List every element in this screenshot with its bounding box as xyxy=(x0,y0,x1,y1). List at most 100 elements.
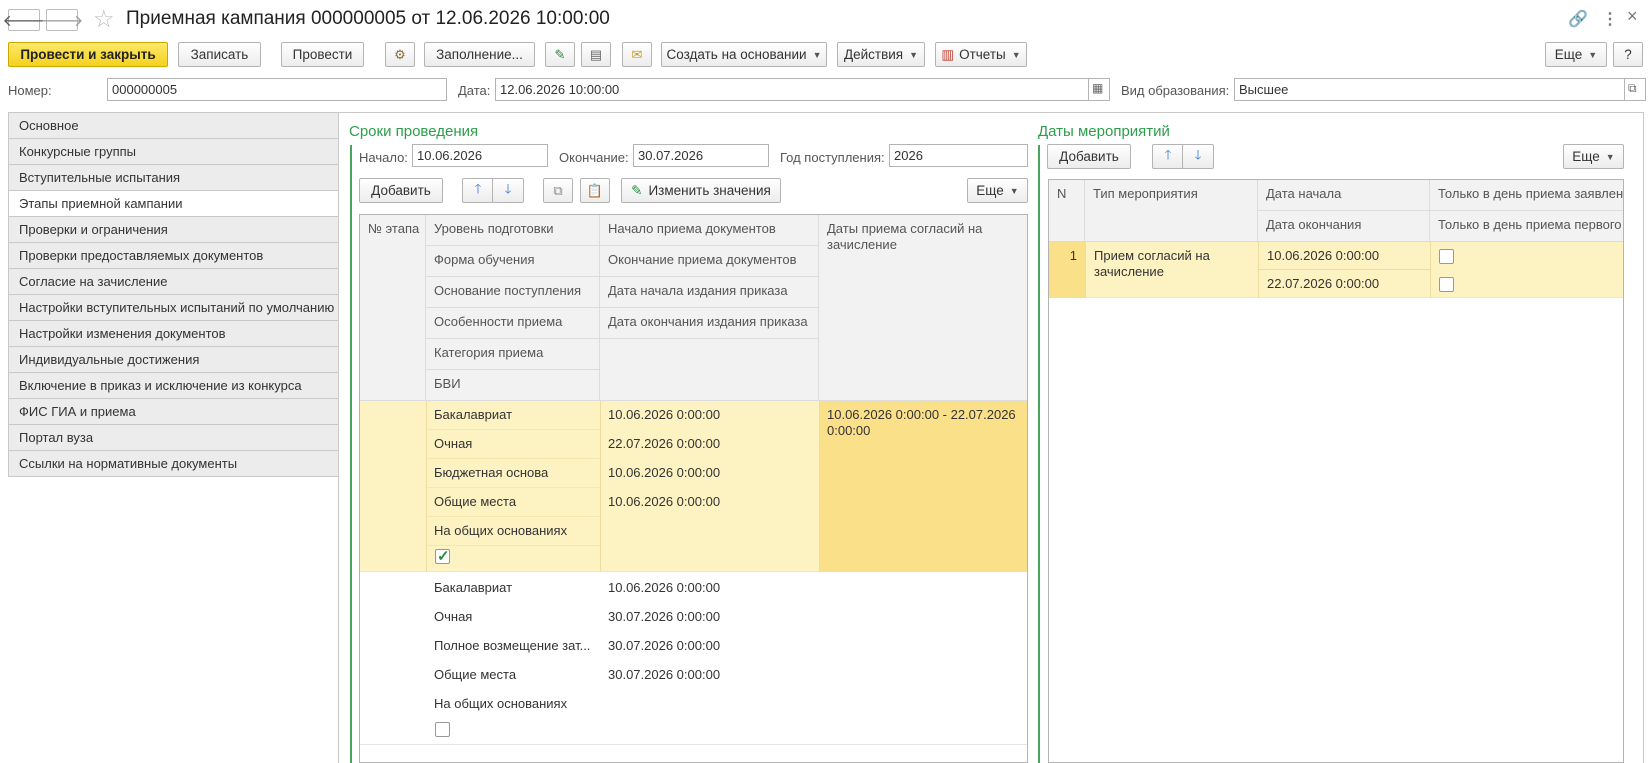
events-move-down-button[interactable]: 🡓 xyxy=(1182,144,1214,169)
create-based-on-button[interactable]: Создать на основании ▼ xyxy=(661,42,827,67)
sidebar-item[interactable]: Конкурсные группы xyxy=(8,139,339,165)
favorite-star-icon[interactable]: ☆ xyxy=(93,5,115,34)
link-icon[interactable]: 🔗 xyxy=(1568,9,1588,29)
col-header-only-day-app[interactable]: Только в день приема заявлен xyxy=(1430,180,1623,211)
sidebar-item[interactable]: Вступительные испытания xyxy=(8,165,339,191)
change-values-button[interactable]: ✎ Изменить значения xyxy=(621,178,781,203)
table-row[interactable]: 1 Прием согласий на зачисление 10.06.202… xyxy=(1049,242,1623,298)
sidebar-item[interactable]: Включение в приказ и исключение из конку… xyxy=(8,373,339,399)
stage-level-value: Общие места xyxy=(434,667,517,682)
forward-button[interactable]: 🡒 xyxy=(41,9,83,31)
edit-button[interactable]: ✎ xyxy=(545,42,575,67)
create-based-on-label: Создать на основании xyxy=(666,47,807,62)
column-divider xyxy=(426,401,427,572)
help-button[interactable]: ? xyxy=(1613,42,1643,67)
number-label: Номер: xyxy=(8,83,52,98)
events-move-up-button[interactable]: 🡑 xyxy=(1152,144,1184,169)
col-header-stage-no[interactable]: № этапа xyxy=(360,215,426,401)
start-field[interactable]: 10.06.2026 xyxy=(412,144,548,167)
col-header-empty xyxy=(600,339,819,401)
save-button[interactable]: Записать xyxy=(178,42,261,67)
only-day-first-checkbox[interactable] xyxy=(1439,277,1454,292)
col-header-doc-dates[interactable]: Дата начала издания приказа xyxy=(600,277,819,308)
post-button[interactable]: Провести xyxy=(281,42,364,67)
envelope-icon: ✉ xyxy=(631,46,643,62)
year-field[interactable]: 2026 xyxy=(889,144,1028,167)
sidebar-item[interactable]: Проверки и ограничения xyxy=(8,217,339,243)
bvi-checkbox[interactable] xyxy=(435,722,450,737)
sidebar-item[interactable]: ФИС ГИА и приема xyxy=(8,399,339,425)
col-header-n[interactable]: N xyxy=(1049,180,1085,242)
open-button[interactable]: ⧉ xyxy=(1624,78,1646,101)
stages-group-line xyxy=(350,145,352,763)
post-and-close-button[interactable]: Провести и закрыть xyxy=(8,42,168,67)
mail-button[interactable]: ✉ xyxy=(622,42,652,67)
number-field[interactable]: 000000005 xyxy=(107,78,447,101)
back-button[interactable]: 🡐 xyxy=(3,9,45,31)
stages-table: № этапа Уровень подготовки Форма обучения О… xyxy=(359,214,1028,763)
sidebar-item[interactable]: Основное xyxy=(8,112,339,139)
more-button[interactable]: Еще ▼ xyxy=(1545,42,1607,67)
col-header-level[interactable]: Особенности приема xyxy=(426,308,600,339)
stages-add-button[interactable]: Добавить xyxy=(359,178,443,203)
paste-button[interactable]: 📋 xyxy=(580,178,610,203)
col-header-only-day-first[interactable]: Только в день приема первого xyxy=(1430,211,1623,242)
edu-type-label: Вид образования: xyxy=(1121,83,1230,98)
column-divider xyxy=(600,401,601,572)
stage-date-value: 30.07.2026 0:00:00 xyxy=(608,638,721,653)
printer-icon: ▤ xyxy=(589,46,603,62)
col-header-consent-dates[interactable]: Даты приема согласий на зачисление xyxy=(819,215,1027,401)
stage-level-value: Полное возмещение зат... xyxy=(434,638,591,653)
date-field[interactable]: 12.06.2026 10:00:00 xyxy=(495,78,1090,101)
actions-button[interactable]: Действия ▼ xyxy=(837,42,925,67)
events-table: N Тип мероприятия Дата начала Дата оконч… xyxy=(1048,179,1624,763)
stage-date-value: 10.06.2026 0:00:00 xyxy=(608,494,721,509)
stages-more-button[interactable]: Еще ▼ xyxy=(967,178,1028,203)
events-add-button[interactable]: Добавить xyxy=(1047,144,1131,169)
fill-button[interactable]: Заполнение... xyxy=(424,42,535,67)
col-header-level[interactable]: Основание поступления xyxy=(426,277,600,308)
sidebar-item[interactable]: Согласие на зачисление xyxy=(8,269,339,295)
col-header-doc-dates[interactable]: Дата окончания издания приказа xyxy=(600,308,819,339)
sidebar-item[interactable]: Проверки предоставляемых документов xyxy=(8,243,339,269)
sidebar-item[interactable]: Портал вуза xyxy=(8,425,339,451)
sidebar-item[interactable]: Этапы приемной кампании xyxy=(8,191,339,217)
column-divider xyxy=(819,401,820,572)
col-header-doc-dates[interactable]: Окончание приема документов xyxy=(600,246,819,277)
pencil-icon: ✎ xyxy=(554,46,566,62)
sidebar-item[interactable]: Настройки изменения документов xyxy=(8,321,339,347)
col-header-end-date[interactable]: Дата окончания xyxy=(1258,211,1430,242)
arrow-right-icon: 🡒 xyxy=(40,12,84,30)
sidebar-item[interactable]: Настройки вступительных испытаний по умо… xyxy=(8,295,339,321)
col-header-level[interactable]: БВИ xyxy=(426,370,600,401)
stage-level-value: Бюджетная основа xyxy=(426,459,600,488)
copy-button[interactable]: ⧉ xyxy=(543,178,573,203)
only-day-app-checkbox[interactable] xyxy=(1439,249,1454,264)
print-button[interactable]: ▤ xyxy=(581,42,611,67)
col-header-event-type[interactable]: Тип мероприятия xyxy=(1085,180,1258,242)
sidebar-item[interactable]: Ссылки на нормативные документы xyxy=(8,451,339,477)
end-field[interactable]: 30.07.2026 xyxy=(633,144,769,167)
close-icon[interactable]: × xyxy=(1627,6,1638,27)
consent-dates-value: 10.06.2026 0:00:00 - 22.07.2026 0:00:00 xyxy=(827,407,1016,438)
event-type: Прием согласий на зачисление xyxy=(1085,242,1258,298)
col-header-level[interactable]: Форма обучения xyxy=(426,246,600,277)
events-more-button[interactable]: Еще ▼ xyxy=(1563,144,1624,169)
move-down-button[interactable]: 🡓 xyxy=(492,178,524,203)
more-menu-icon[interactable]: ⋮ xyxy=(1602,9,1618,29)
document-structure-button[interactable]: ⚙ xyxy=(385,42,415,67)
col-header-level[interactable]: Категория приема xyxy=(426,339,600,370)
col-header-start-date[interactable]: Дата начала xyxy=(1258,180,1430,211)
edu-type-field[interactable]: Высшее xyxy=(1234,78,1626,101)
arrow-down-icon: 🡓 xyxy=(504,180,512,196)
event-end: 22.07.2026 0:00:00 xyxy=(1258,270,1430,298)
move-up-button[interactable]: 🡑 xyxy=(462,178,494,203)
bvi-checkbox[interactable] xyxy=(435,547,450,565)
stage-level-value: Очная xyxy=(426,430,600,459)
event-start: 10.06.2026 0:00:00 xyxy=(1258,242,1430,270)
col-header-doc-dates[interactable]: Начало приема документов xyxy=(600,215,819,246)
reports-button[interactable]: ▥ Отчеты ▼ xyxy=(935,42,1027,67)
col-header-level[interactable]: Уровень подготовки xyxy=(426,215,600,246)
calendar-button[interactable]: ▦ xyxy=(1088,78,1110,101)
sidebar-item[interactable]: Индивидуальные достижения xyxy=(8,347,339,373)
